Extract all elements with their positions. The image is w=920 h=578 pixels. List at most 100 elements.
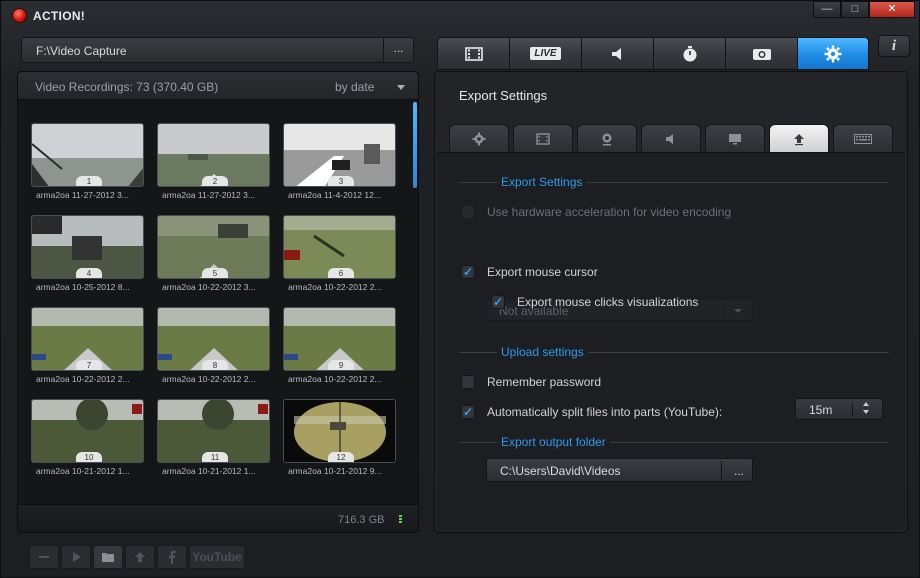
remember-password-checkbox[interactable]	[461, 375, 475, 389]
output-folder-field[interactable]: C:\Users\David\Videos ...	[486, 458, 753, 482]
output-folder-path: C:\Users\David\Videos	[500, 464, 621, 478]
split-duration-stepper[interactable]: 15m	[795, 398, 883, 420]
remember-password-option[interactable]: Remember password	[461, 374, 601, 390]
recordings-footer: 716.3 GB	[18, 504, 418, 532]
tab-settings[interactable]	[797, 37, 869, 70]
minimize-button[interactable]: —	[813, 1, 841, 18]
title-bar: ACTION! — □ ✕	[1, 1, 920, 29]
play-icon	[73, 552, 81, 562]
recording-tile[interactable]: 1 arma2oa 11-27-2012 3...	[31, 123, 144, 203]
recording-tile[interactable]: 12 arma2oa 10-21-2012 9...	[283, 399, 396, 479]
subtab-audio[interactable]	[641, 124, 701, 152]
recording-label: arma2oa 10-22-2012 2...	[288, 282, 382, 292]
recording-thumbnail[interactable]: 3	[283, 123, 396, 187]
hw-accel-checkbox	[461, 205, 475, 219]
recording-tile[interactable]: 5 arma2oa 10-22-2012 3...	[157, 215, 270, 295]
remember-password-label: Remember password	[487, 375, 602, 389]
field-divider	[721, 461, 722, 480]
tab-video[interactable]	[437, 37, 509, 70]
browse-capture-folder-button[interactable]: ...	[383, 38, 413, 62]
split-files-label: Automatically split files into parts (Yo…	[487, 405, 723, 419]
subtab-video[interactable]	[513, 124, 573, 152]
info-button[interactable]: i	[878, 35, 910, 57]
browse-output-folder-button[interactable]: ...	[734, 464, 744, 478]
recording-number: 11	[202, 452, 228, 462]
mouse-cursor-checkbox[interactable]: ✓	[461, 265, 475, 279]
subtab-export[interactable]	[769, 124, 829, 152]
recording-tile[interactable]: 11 arma2oa 10-21-2012 1...	[157, 399, 270, 479]
recording-number: 2	[202, 176, 228, 186]
disk-space-indicator-icon	[399, 515, 402, 524]
chevron-down-icon[interactable]	[397, 85, 405, 90]
mouse-cursor-label: Export mouse cursor	[487, 265, 598, 279]
recording-thumbnail[interactable]: 7	[31, 307, 144, 371]
recording-tile[interactable]: 8 arma2oa 10-22-2012 2...	[157, 307, 270, 387]
recording-label: arma2oa 10-22-2012 3...	[162, 282, 256, 292]
disk-free-space: 716.3 GB	[338, 514, 385, 526]
facebook-button[interactable]	[157, 545, 187, 569]
recording-number: 1	[76, 176, 102, 186]
facebook-icon	[169, 550, 176, 564]
subtab-hotkeys[interactable]	[833, 124, 893, 152]
recording-tile[interactable]: 9 arma2oa 10-22-2012 2...	[283, 307, 396, 387]
recording-label: arma2oa 10-22-2012 2...	[36, 374, 130, 384]
recording-thumbnail[interactable]: 10	[31, 399, 144, 463]
recording-tile[interactable]: 3 arma2oa 11-4-2012 12...	[283, 123, 396, 203]
subtab-general[interactable]	[449, 124, 509, 152]
decrement-arrow-icon[interactable]	[863, 410, 869, 414]
tab-benchmark[interactable]	[653, 37, 725, 70]
subtab-display[interactable]	[705, 124, 765, 152]
settings-sub-tabs	[449, 124, 893, 152]
chevron-down-icon	[734, 309, 742, 313]
export-button[interactable]	[125, 545, 155, 569]
capture-folder-path: F:\Video Capture	[36, 44, 127, 58]
recording-number: 9	[328, 360, 354, 370]
maximize-button[interactable]: □	[841, 1, 869, 18]
youtube-button[interactable]: YouTube	[189, 545, 245, 569]
recording-thumbnail[interactable]: 4	[31, 215, 144, 279]
speaker-icon	[611, 47, 621, 60]
tab-audio[interactable]	[581, 37, 653, 70]
split-files-option[interactable]: ✓ Automatically split files into parts (…	[461, 404, 722, 420]
recording-tile[interactable]: 10 arma2oa 10-21-2012 1...	[31, 399, 144, 479]
recordings-scrollbar-thumb[interactable]	[413, 102, 417, 188]
sort-dropdown[interactable]: by date	[335, 80, 374, 94]
recording-tile[interactable]: 2 arma2oa 11-27-2012 3...	[157, 123, 270, 203]
recording-number: 5	[202, 268, 228, 278]
increment-arrow-icon[interactable]	[863, 402, 869, 406]
section-label: Upload settings	[497, 345, 588, 359]
mouse-clicks-checkbox[interactable]: ✓	[491, 295, 505, 309]
recording-tile[interactable]: 4 arma2oa 10-25-2012 8...	[31, 215, 144, 295]
subtab-webcam[interactable]	[577, 124, 637, 152]
recording-tile[interactable]: 7 arma2oa 10-22-2012 2...	[31, 307, 144, 387]
capture-folder-bar[interactable]: F:\Video Capture ...	[21, 37, 414, 63]
mouse-cursor-option[interactable]: ✓ Export mouse cursor	[461, 264, 598, 280]
recording-thumbnail[interactable]: 2	[157, 123, 270, 187]
split-files-checkbox[interactable]: ✓	[461, 405, 475, 419]
tab-screenshots[interactable]	[725, 37, 797, 70]
minus-icon	[39, 556, 49, 558]
folder-icon	[102, 553, 114, 562]
recording-thumbnail[interactable]: 9	[283, 307, 396, 371]
recording-thumbnail[interactable]: 1	[31, 123, 144, 187]
recording-thumbnail[interactable]: 6	[283, 215, 396, 279]
close-button[interactable]: ✕	[869, 1, 915, 18]
play-button[interactable]	[61, 545, 91, 569]
recording-thumbnail[interactable]: 12	[283, 399, 396, 463]
recording-number: 12	[328, 452, 354, 462]
mouse-clicks-option[interactable]: ✓ Export mouse clicks visualizations	[491, 294, 698, 310]
tab-live[interactable]: LIVE	[509, 37, 581, 70]
recording-number: 3	[328, 176, 354, 186]
recording-thumbnail[interactable]: 8	[157, 307, 270, 371]
recording-tile[interactable]: 6 arma2oa 10-22-2012 2...	[283, 215, 396, 295]
main-tabs: LIVE	[437, 37, 869, 70]
delete-button[interactable]	[29, 545, 59, 569]
split-duration-value[interactable]: 15m	[809, 403, 832, 417]
recording-thumbnail[interactable]: 11	[157, 399, 270, 463]
recording-number: 4	[76, 268, 102, 278]
recording-label: arma2oa 10-21-2012 9...	[288, 466, 382, 476]
recording-thumbnail[interactable]: 5	[157, 215, 270, 279]
recordings-header: Video Recordings: 73 (370.40 GB) by date	[18, 72, 418, 100]
open-folder-button[interactable]	[93, 545, 123, 569]
camera-icon	[752, 48, 771, 60]
